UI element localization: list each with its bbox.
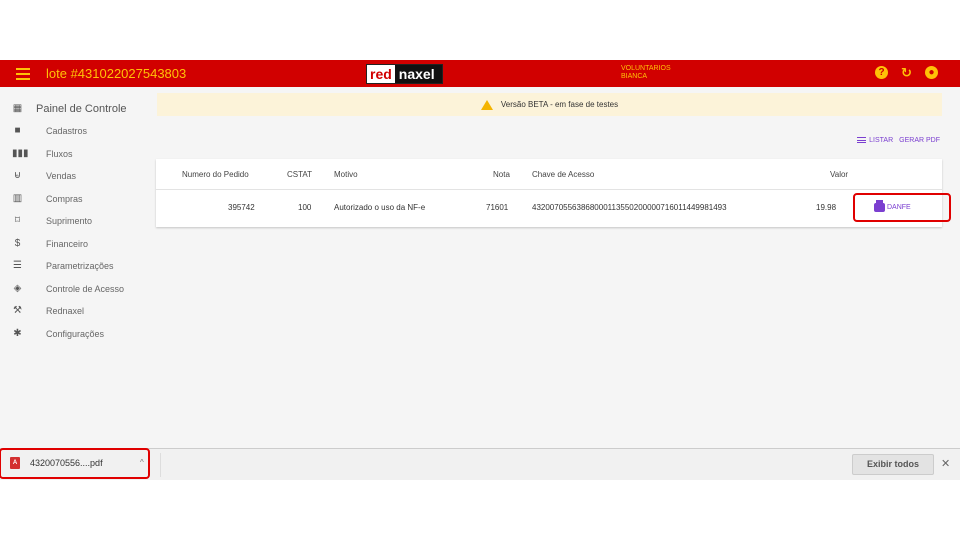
sidebar-item-financeiro[interactable]: $ Financeiro (0, 234, 150, 254)
cell-nota: 71601 (486, 203, 509, 212)
warning-icon (480, 99, 493, 110)
shield-icon: ◈ (13, 283, 22, 294)
cell-valor: 19.98 (816, 203, 837, 212)
page-title: lote #431022027543803 (46, 66, 187, 81)
sidebar-item-label: Suprimento (46, 216, 93, 226)
table-actions: LISTAR GERAR PDF (857, 137, 940, 144)
cell-pedido: 395742 (228, 203, 255, 212)
sidebar-item-compras[interactable]: ▥ Compras (0, 189, 150, 209)
download-highlight-box (0, 448, 150, 479)
cell-chave: 4320070556386800011355020000071601144998… (532, 203, 727, 212)
download-divider (160, 453, 161, 477)
sidebar-item-fluxos[interactable]: ▮▮▮ Fluxos (0, 144, 150, 164)
crop-icon: ⌑ (14, 215, 21, 226)
sidebar-item-label: Financeiro (46, 239, 89, 249)
sidebar: ▦ Painel de Controle ■ Cadastros ▮▮▮ Flu… (0, 87, 150, 447)
help-icon[interactable]: ? (875, 66, 888, 79)
store-icon: ▥ (12, 193, 23, 204)
gear-icon: ✱ (13, 328, 22, 339)
danfe-highlight-box (853, 193, 951, 222)
cart-icon: ⊌ (13, 170, 22, 181)
sidebar-item-label: Fluxos (46, 149, 73, 159)
cell-motivo: Autorizado o uso da NF-e (334, 203, 426, 212)
account-icon[interactable]: ● (925, 66, 938, 79)
show-all-button[interactable]: Exibir todos (852, 454, 934, 475)
brand-logo-red: red (370, 66, 392, 82)
sidebar-item-vendas[interactable]: ⊌ Vendas (0, 166, 150, 186)
sidebar-item-suprimento[interactable]: ⌑ Suprimento (0, 211, 150, 231)
column-header-chave[interactable]: Chave de Acesso (532, 170, 594, 179)
list-button-label: LISTAR (869, 137, 894, 144)
menu-icon[interactable] (16, 66, 30, 80)
beta-banner: Versão BETA - em fase de testes (157, 93, 942, 116)
user-name-line2: BIANCA (621, 73, 648, 80)
sidebar-item-configuracoes[interactable]: ✱ Configurações (0, 324, 150, 344)
sidebar-item-label: Painel de Controle (36, 103, 127, 115)
sidebar-item-cadastros[interactable]: ■ Cadastros (0, 121, 150, 141)
cell-cstat: 100 (298, 203, 312, 212)
invoice-table: Numero do Pedido CSTAT Motivo Nota Chave… (156, 159, 942, 227)
columns-icon: ▮▮▮ (12, 148, 29, 159)
sidebar-item-painel[interactable]: ▦ Painel de Controle (0, 99, 150, 119)
sidebar-item-label: Configurações (46, 329, 105, 339)
close-icon[interactable]: ✕ (941, 457, 950, 470)
user-name: VOLUNTARIOS BIANCA (621, 65, 671, 81)
sidebar-item-parametrizacoes[interactable]: ☰ Parametrizações (0, 256, 150, 276)
sidebar-item-controle-acesso[interactable]: ◈ Controle de Acesso (0, 279, 150, 299)
dashboard-icon: ▦ (12, 103, 23, 114)
sidebar-item-label: Cadastros (46, 126, 88, 136)
column-header-nota[interactable]: Nota (493, 170, 510, 179)
brand-logo: red naxel (366, 64, 443, 84)
column-header-pedido[interactable]: Numero do Pedido (182, 170, 249, 179)
wrench-icon: ⚒ (13, 305, 22, 316)
sidebar-item-label: Vendas (46, 171, 77, 181)
sidebar-item-label: Rednaxel (46, 306, 85, 316)
beta-banner-text: Versão BETA - em fase de testes (500, 100, 619, 109)
generate-pdf-button[interactable]: GERAR PDF (899, 137, 940, 144)
list-button[interactable]: LISTAR (857, 137, 893, 144)
sidebar-item-label: Controle de Acesso (46, 284, 125, 294)
brand-logo-dark: naxel (394, 65, 442, 83)
sliders-icon: ☰ (13, 260, 22, 271)
sidebar-item-rednaxel[interactable]: ⚒ Rednaxel (0, 301, 150, 321)
top-bar: lote #431022027543803 red naxel VOLUNTAR… (0, 60, 960, 87)
row-divider (156, 189, 942, 190)
folder-icon: ■ (14, 125, 21, 136)
column-header-motivo[interactable]: Motivo (334, 170, 358, 179)
money-icon: $ (14, 238, 21, 249)
sidebar-item-label: Parametrizações (46, 261, 114, 271)
column-header-valor[interactable]: Valor (830, 170, 848, 179)
column-header-cstat[interactable]: CSTAT (287, 170, 312, 179)
sidebar-item-label: Compras (46, 194, 83, 204)
app-window: lote #431022027543803 red naxel VOLUNTAR… (0, 60, 960, 480)
list-icon (857, 137, 867, 144)
refresh-icon[interactable]: ↻ (900, 66, 913, 79)
user-name-line1: VOLUNTARIOS (621, 65, 671, 72)
top-icons: ? ↻ ● (875, 66, 938, 79)
